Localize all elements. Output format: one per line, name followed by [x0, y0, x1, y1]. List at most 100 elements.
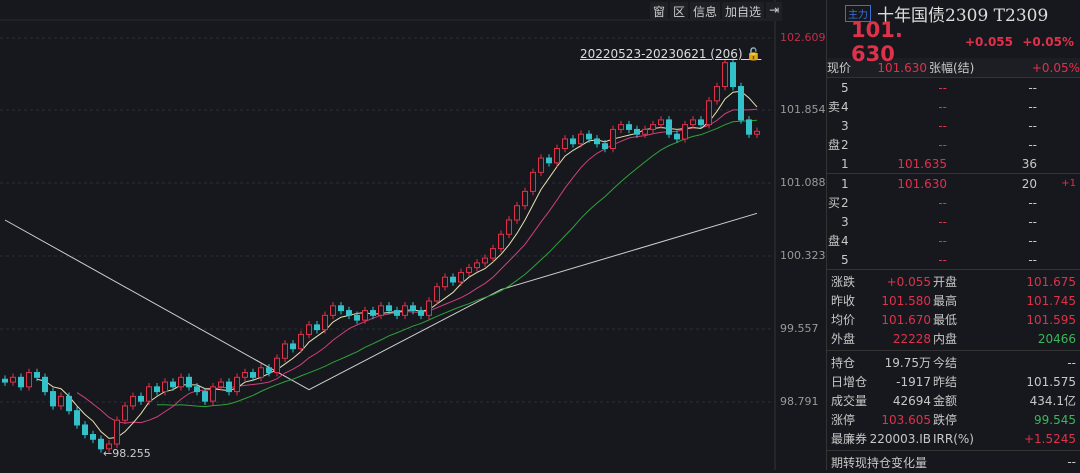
candle-body: [154, 386, 160, 393]
candle-body: [746, 119, 752, 135]
ma5-line: [36, 90, 758, 439]
stat-value: 220003.IB: [869, 431, 931, 446]
candle-body: [10, 376, 16, 383]
collapse-panel-icon[interactable]: ⇥: [766, 2, 783, 21]
stat-label: 最廉券: [831, 432, 868, 446]
ask-book: 卖盘 5 -- -- 4 -- -- 3 -- -- 2 -- -- 1 101.635 36: [827, 78, 1080, 174]
ma10-line: [76, 108, 758, 424]
level: 4: [841, 233, 849, 248]
stat-row: 涨跌 +0.055 开盘 101.675: [827, 272, 1080, 291]
sell-label: 卖: [827, 100, 840, 115]
window-button[interactable]: 窗: [650, 2, 669, 21]
candle-body: [274, 357, 280, 374]
range-button[interactable]: 区: [670, 2, 689, 21]
candle-body: [66, 395, 72, 412]
candle-body: [138, 395, 144, 402]
candle-body: [42, 376, 48, 393]
stat-label: 均价: [831, 313, 856, 327]
bid-level: 4 -- --: [841, 231, 1080, 250]
stat-row: 外盘 22228 内盘 20466: [827, 329, 1080, 348]
stat-value: 103.605: [881, 412, 931, 427]
volume: --: [1028, 214, 1037, 229]
axis-tick-label: 100.323: [780, 248, 826, 262]
candle-body: [618, 124, 624, 130]
volume: 36: [1021, 156, 1037, 171]
kline-chart[interactable]: ←98.255: [0, 0, 825, 470]
stat-value: 101.670: [881, 312, 931, 327]
ma-long-line: [4, 212, 758, 391]
stat-value: -1917: [896, 374, 931, 389]
candle-body: [346, 310, 352, 316]
candle-body: [218, 381, 224, 388]
info-button[interactable]: 信息: [690, 2, 721, 21]
volume: --: [1028, 137, 1037, 152]
candle-body: [402, 305, 408, 316]
level: 3: [841, 214, 849, 229]
candle-body: [634, 128, 640, 135]
candle-body: [226, 381, 232, 393]
stat-label: 内盘: [933, 332, 958, 346]
candle-body: [298, 333, 304, 350]
stat-label: 涨跌: [831, 275, 856, 289]
stat-label: 今结: [933, 356, 958, 370]
candle-body: [538, 157, 544, 173]
stat-row: 昨收 101.580 最高 101.745: [827, 291, 1080, 310]
add-watchlist-button[interactable]: 加自选: [722, 2, 765, 21]
date-range-text: 20220523-20230621 (206): [580, 47, 743, 61]
candle-body: [594, 138, 600, 145]
candle-body: [338, 305, 344, 312]
candle-body: [474, 262, 480, 269]
stat-value: 101.675: [1026, 274, 1076, 289]
ask-level: 5 -- --: [841, 78, 1080, 97]
candle-body: [522, 190, 528, 207]
chart-toolbar: 窗 区 信息 加自选 ⇥: [650, 2, 783, 21]
level: 5: [841, 252, 849, 267]
candle-body: [586, 133, 592, 140]
candle-body: [330, 305, 336, 316]
candle-body: [258, 367, 264, 378]
stat-label: 金额: [933, 394, 958, 408]
volume: --: [1028, 233, 1037, 248]
ask-level: 1 101.635 36: [841, 154, 1080, 173]
candle-body: [370, 310, 376, 316]
stat-value: 42694: [892, 393, 931, 408]
stat-value: 101.595: [1026, 312, 1076, 327]
stat-value: 20466: [1037, 331, 1076, 346]
candle-body: [482, 257, 488, 264]
candle-body: [410, 305, 416, 312]
stat-value: 99.545: [1034, 412, 1076, 427]
candle-body: [314, 324, 320, 331]
stat-label: 日增仓: [831, 375, 868, 389]
stat-value: --: [1067, 355, 1076, 370]
stat-row: 最廉券 220003.IB IRR(%) +1.5245: [827, 429, 1080, 448]
candle-body: [546, 157, 552, 164]
bid-level: 1 101.630 20 +1: [841, 174, 1080, 193]
quote-panel: 主力 十年国债2309 T2309 101. 630 +0.055 +0.05% …: [826, 0, 1080, 470]
date-range-label[interactable]: 20220523-20230621 (206) 🔓: [580, 47, 761, 61]
candle-body: [562, 138, 568, 149]
efp-value: --: [1067, 455, 1076, 469]
candle-body: [754, 130, 760, 135]
bid-level: 2 -- --: [841, 193, 1080, 212]
candle-body: [626, 124, 632, 130]
efp-label: 期转现持仓变化量: [831, 455, 928, 470]
volume: --: [1028, 252, 1037, 267]
candle-body: [738, 86, 744, 121]
volume: --: [1028, 195, 1037, 210]
level: 5: [841, 80, 849, 95]
bid-book: 买盘 1 101.630 20 +1 2 -- -- 3 -- -- 4 -- -- 5 -- --: [827, 174, 1080, 270]
stat-label: 外盘: [831, 332, 856, 346]
volume: --: [1028, 99, 1037, 114]
candle-body: [530, 171, 536, 192]
low-marker: ←98.255: [103, 447, 151, 460]
price: --: [938, 137, 947, 152]
candle-body: [394, 310, 400, 316]
candle-body: [282, 343, 288, 359]
candle-body: [610, 128, 616, 149]
sell-label-2: 盘: [827, 137, 840, 152]
candle-body: [658, 119, 664, 126]
candle-body: [514, 205, 520, 221]
candle-body: [170, 381, 176, 388]
candle-body: [162, 381, 168, 393]
candle-body: [290, 343, 296, 350]
